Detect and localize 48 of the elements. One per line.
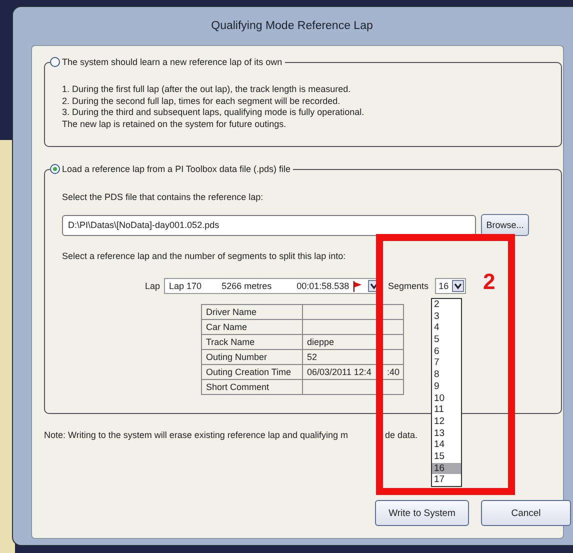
list-item[interactable]: 7: [432, 357, 461, 370]
list-item[interactable]: 12: [432, 416, 461, 428]
cancel-button[interactable]: Cancel: [481, 500, 571, 526]
table-cell: Driver Name: [202, 304, 302, 320]
flag-icon: [353, 280, 362, 292]
list-item[interactable]: 14: [432, 439, 461, 451]
list-item[interactable]: 4: [432, 322, 461, 334]
instruction-text: 3. During the third and subsequent laps, qualifying mode is fully operational.: [62, 107, 366, 120]
instruction-text: 1. During the first full lap (after the out lap), the track length is measured.: [62, 84, 352, 96]
list-item[interactable]: 17: [432, 474, 461, 486]
list-item[interactable]: 10: [432, 392, 461, 404]
list-item[interactable]: 15: [432, 450, 461, 463]
option-label[interactable]: Load a reference lap from a PI Toolbox data file (.pds) file: [62, 164, 290, 174]
list-item[interactable]: 16: [432, 462, 461, 474]
window-title: Qualifying Mode Reference Lap: [211, 20, 373, 32]
list-item[interactable]: 6: [432, 346, 461, 358]
cell-text: :40: [387, 366, 400, 378]
list-item[interactable]: 2: [432, 299, 461, 311]
table-cell: 52: [302, 350, 404, 364]
write-button[interactable]: Write to System: [375, 500, 469, 526]
list-item[interactable]: 13: [432, 428, 461, 440]
cell-text: 06/03/2011 12:4: [307, 366, 372, 378]
table-cell: Track Name: [202, 334, 302, 350]
lap-label: Lap: [145, 281, 160, 291]
annotation-number: 2: [483, 270, 496, 294]
file-path-field[interactable]: D:\PI\Datas\[NoData]-day001.052.pds: [62, 214, 476, 236]
list-item[interactable]: 9: [432, 380, 461, 392]
table-cell: dieppe: [302, 334, 404, 350]
list-item[interactable]: 3: [432, 310, 461, 322]
prompt-text: Select a reference lap and the number of segments to split this lap into:: [62, 250, 347, 262]
table-cell: Short Comment: [202, 380, 302, 394]
option-label[interactable]: The system should learn a new reference lap of its own: [62, 57, 282, 67]
segments-dropdown[interactable]: 16: [434, 278, 466, 294]
browse-button[interactable]: Browse...: [481, 214, 529, 236]
note-text: Note: Writing to the system will erase existing reference lap and qualifying m: [44, 430, 349, 440]
segments-label: Segments: [388, 281, 429, 291]
table-cell: Car Name: [202, 320, 302, 334]
list-item[interactable]: 8: [432, 369, 461, 381]
table-cell: Outing Creation Time: [202, 364, 302, 380]
note-text: de data.: [385, 430, 418, 440]
table-cell: Outing Number: [202, 350, 302, 364]
radio-button[interactable]: [50, 57, 60, 67]
radio-button[interactable]: [50, 164, 60, 174]
list-item[interactable]: 11: [432, 404, 461, 416]
list-item[interactable]: 5: [432, 334, 461, 346]
instruction-text: 2. During the second full lap, times for each segment will be recorded.: [62, 96, 342, 108]
instruction-text: The new lap is retained on the system for future outings.: [62, 119, 288, 131]
prompt-text: Select the PDS file that contains the reference lap:: [62, 191, 264, 203]
